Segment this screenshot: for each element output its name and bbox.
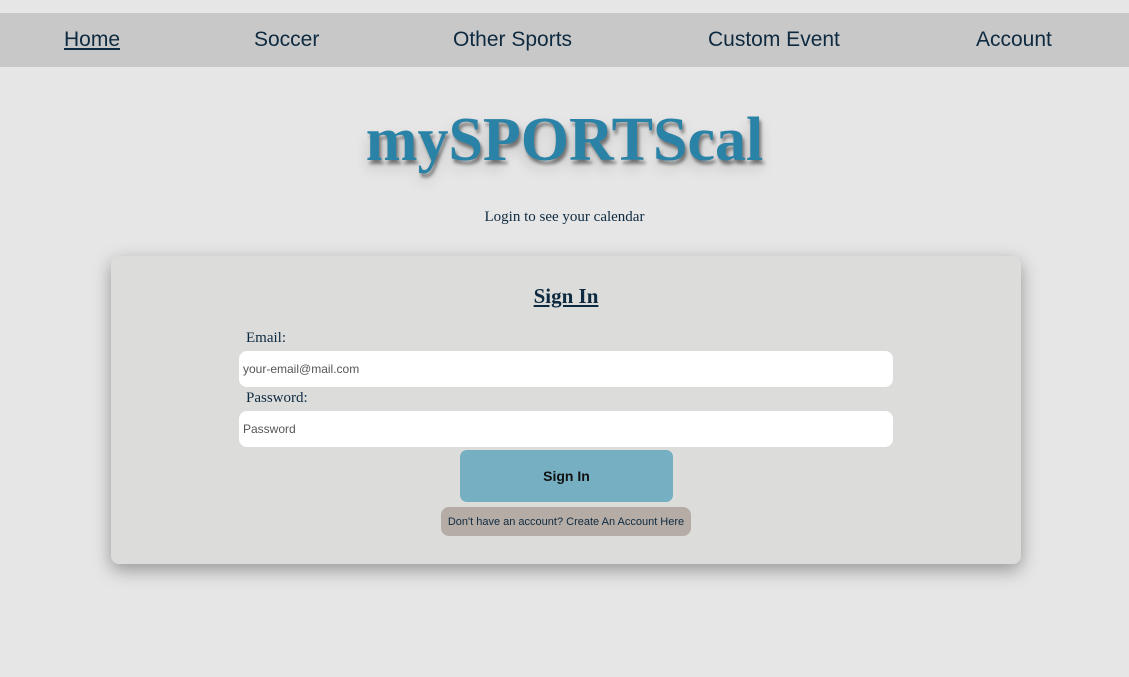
password-field[interactable] [239, 411, 893, 447]
email-label: Email: [246, 330, 286, 346]
signin-title: Sign In [533, 284, 599, 308]
signin-card: Sign In Email: Password: Sign In Don't h… [111, 256, 1021, 564]
password-label: Password: [246, 390, 308, 406]
page-subtitle: Login to see your calendar [484, 209, 645, 225]
nav-soccer-link[interactable]: Soccer [254, 13, 319, 67]
create-account-button[interactable]: Don't have an account? Create An Account… [441, 507, 691, 536]
email-field[interactable] [239, 351, 893, 387]
site-logo: mySPORTScal [365, 106, 764, 174]
signin-button[interactable]: Sign In [460, 450, 673, 502]
nav-home-link[interactable]: Home [64, 13, 120, 67]
top-nav: Home Soccer Other Sports Custom Event Ac… [0, 13, 1129, 67]
nav-custom-event-link[interactable]: Custom Event [708, 13, 840, 67]
nav-other-sports-link[interactable]: Other Sports [453, 13, 572, 67]
nav-account-link[interactable]: Account [976, 13, 1052, 67]
